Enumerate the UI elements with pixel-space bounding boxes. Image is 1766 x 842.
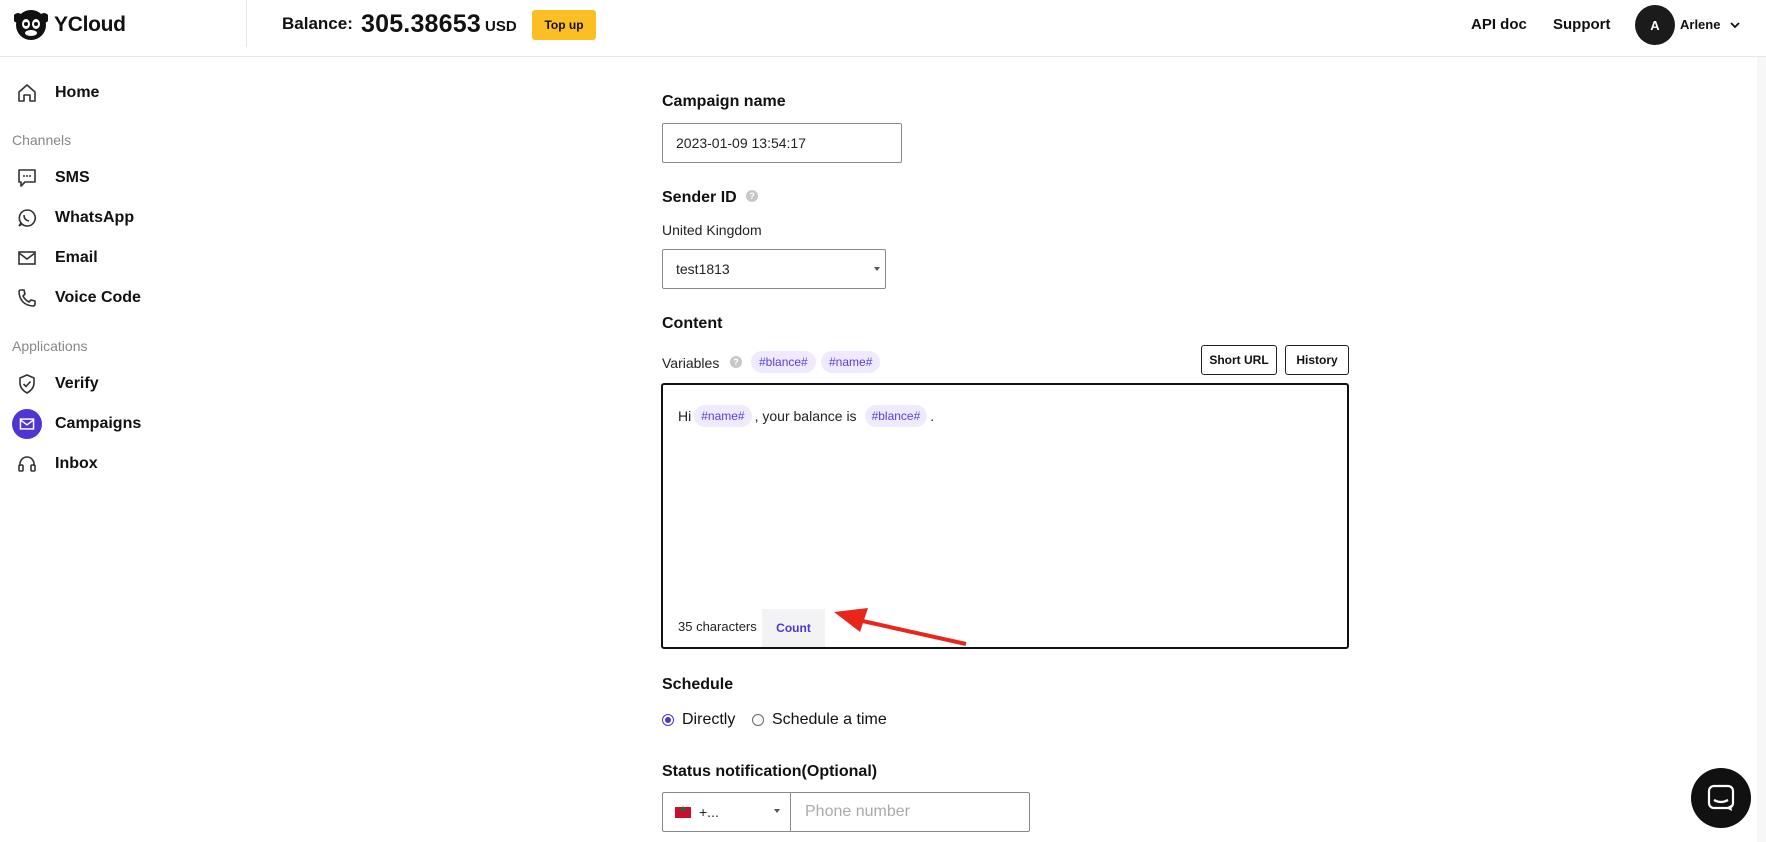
sidebar: Home Channels SMS WhatsApp Email Voice C… [0, 57, 255, 842]
inline-variable-chip: #name# [694, 405, 752, 427]
logo[interactable]: YCloud [14, 9, 126, 41]
chevron-down-icon[interactable] [1728, 18, 1742, 32]
sender-id-label: Sender ID [662, 189, 737, 206]
sidebar-item-label: Campaigns [55, 415, 142, 432]
history-button[interactable]: History [1285, 345, 1349, 375]
caret-down-icon [874, 267, 880, 271]
user-name[interactable]: Arlene [1680, 17, 1720, 32]
radio-checked [662, 714, 674, 726]
sidebar-item-label: Home [55, 84, 100, 101]
flag-icon [675, 804, 691, 818]
radio-schedule-time[interactable]: Schedule a time [752, 711, 887, 729]
campaign-name-label: Campaign name [662, 93, 786, 110]
sender-id-value: test1813 [676, 261, 730, 277]
avatar[interactable]: A [1635, 5, 1675, 45]
ycloud-logo-icon [14, 10, 48, 40]
variable-chip-name[interactable]: #name# [821, 351, 881, 373]
sidebar-item-whatsapp[interactable]: WhatsApp [12, 201, 242, 235]
sidebar-item-sms[interactable]: SMS [12, 161, 242, 195]
sidebar-item-label: Voice Code [55, 289, 141, 306]
character-count: 35 characters [678, 619, 757, 634]
radio-directly[interactable]: Directly [662, 711, 735, 729]
home-icon [12, 78, 42, 108]
phone-icon [12, 283, 42, 313]
sidebar-item-label: Inbox [55, 455, 98, 472]
campaign-mail-icon [12, 409, 42, 439]
support-link[interactable]: Support [1553, 16, 1611, 33]
status-notification-label: Status notification(Optional) [662, 763, 878, 780]
main-area: Campaign name 2023-01-09 13:54:17 Sender… [255, 57, 1766, 842]
sidebar-item-label: Verify [55, 375, 99, 392]
radio-label: Directly [682, 711, 736, 728]
sidebar-item-label: WhatsApp [55, 209, 135, 226]
short-url-button[interactable]: Short URL [1201, 345, 1277, 375]
help-icon[interactable]: ? [730, 356, 742, 368]
inline-variable-chip: #blance# [864, 405, 928, 427]
sidebar-item-label: Email [55, 249, 98, 266]
phone-number-group: +... [662, 792, 1030, 832]
country-code-select[interactable]: +... [663, 793, 791, 831]
sidebar-item-voice-code[interactable]: Voice Code [12, 281, 242, 315]
logo-text: YCloud [54, 13, 126, 36]
whatsapp-icon [12, 203, 42, 233]
chat-support-button[interactable] [1691, 768, 1751, 828]
chat-icon [1707, 784, 1735, 811]
sender-id-select[interactable]: test1813 [662, 249, 886, 289]
variables-label: Variables [662, 355, 720, 371]
caret-down-icon [774, 809, 780, 813]
message-text: Hi #name# , your balance is #blance# . [678, 404, 934, 428]
shield-check-icon [12, 369, 42, 399]
help-icon[interactable]: ? [746, 190, 758, 202]
campaign-form: Campaign name 2023-01-09 13:54:17 Sender… [255, 57, 1757, 842]
message-text-part: , your balance is [754, 408, 857, 424]
api-doc-link[interactable]: API doc [1471, 16, 1527, 33]
radio-unchecked [752, 714, 764, 726]
variable-chip-blance[interactable]: #blance# [751, 351, 816, 373]
channels-section-heading: Channels [12, 132, 72, 148]
campaign-name-field[interactable]: 2023-01-09 13:54:17 [662, 123, 902, 163]
sidebar-item-campaigns[interactable]: Campaigns [12, 407, 242, 441]
country-code-value: +... [699, 804, 719, 820]
header-divider [246, 0, 247, 47]
schedule-label: Schedule [662, 676, 734, 693]
mail-icon [12, 243, 42, 273]
sender-country: United Kingdom [662, 222, 762, 238]
sidebar-item-inbox[interactable]: Inbox [12, 447, 242, 481]
top-bar: YCloud Balance: 305.38653 USD Top up API… [0, 0, 1766, 57]
balance-label: Balance: [282, 14, 353, 33]
message-text-part: Hi [678, 408, 692, 424]
applications-section-heading: Applications [12, 338, 88, 354]
sidebar-item-label: SMS [55, 169, 90, 186]
headset-icon [12, 449, 42, 479]
sidebar-item-home[interactable]: Home [12, 76, 242, 110]
balance-value: 305.38653 [361, 10, 481, 38]
message-icon [12, 163, 42, 193]
content-label: Content [662, 315, 723, 332]
phone-number-input[interactable] [792, 793, 1029, 831]
sidebar-item-email[interactable]: Email [12, 241, 242, 275]
content-editor[interactable]: Hi #name# , your balance is #blance# . 3… [661, 383, 1349, 649]
radio-label: Schedule a time [772, 711, 887, 728]
sidebar-item-verify[interactable]: Verify [12, 367, 242, 401]
top-up-button[interactable]: Top up [532, 10, 596, 40]
balance-currency: USD [485, 18, 517, 35]
count-button[interactable]: Count [762, 609, 825, 647]
message-text-part: . [930, 408, 935, 424]
